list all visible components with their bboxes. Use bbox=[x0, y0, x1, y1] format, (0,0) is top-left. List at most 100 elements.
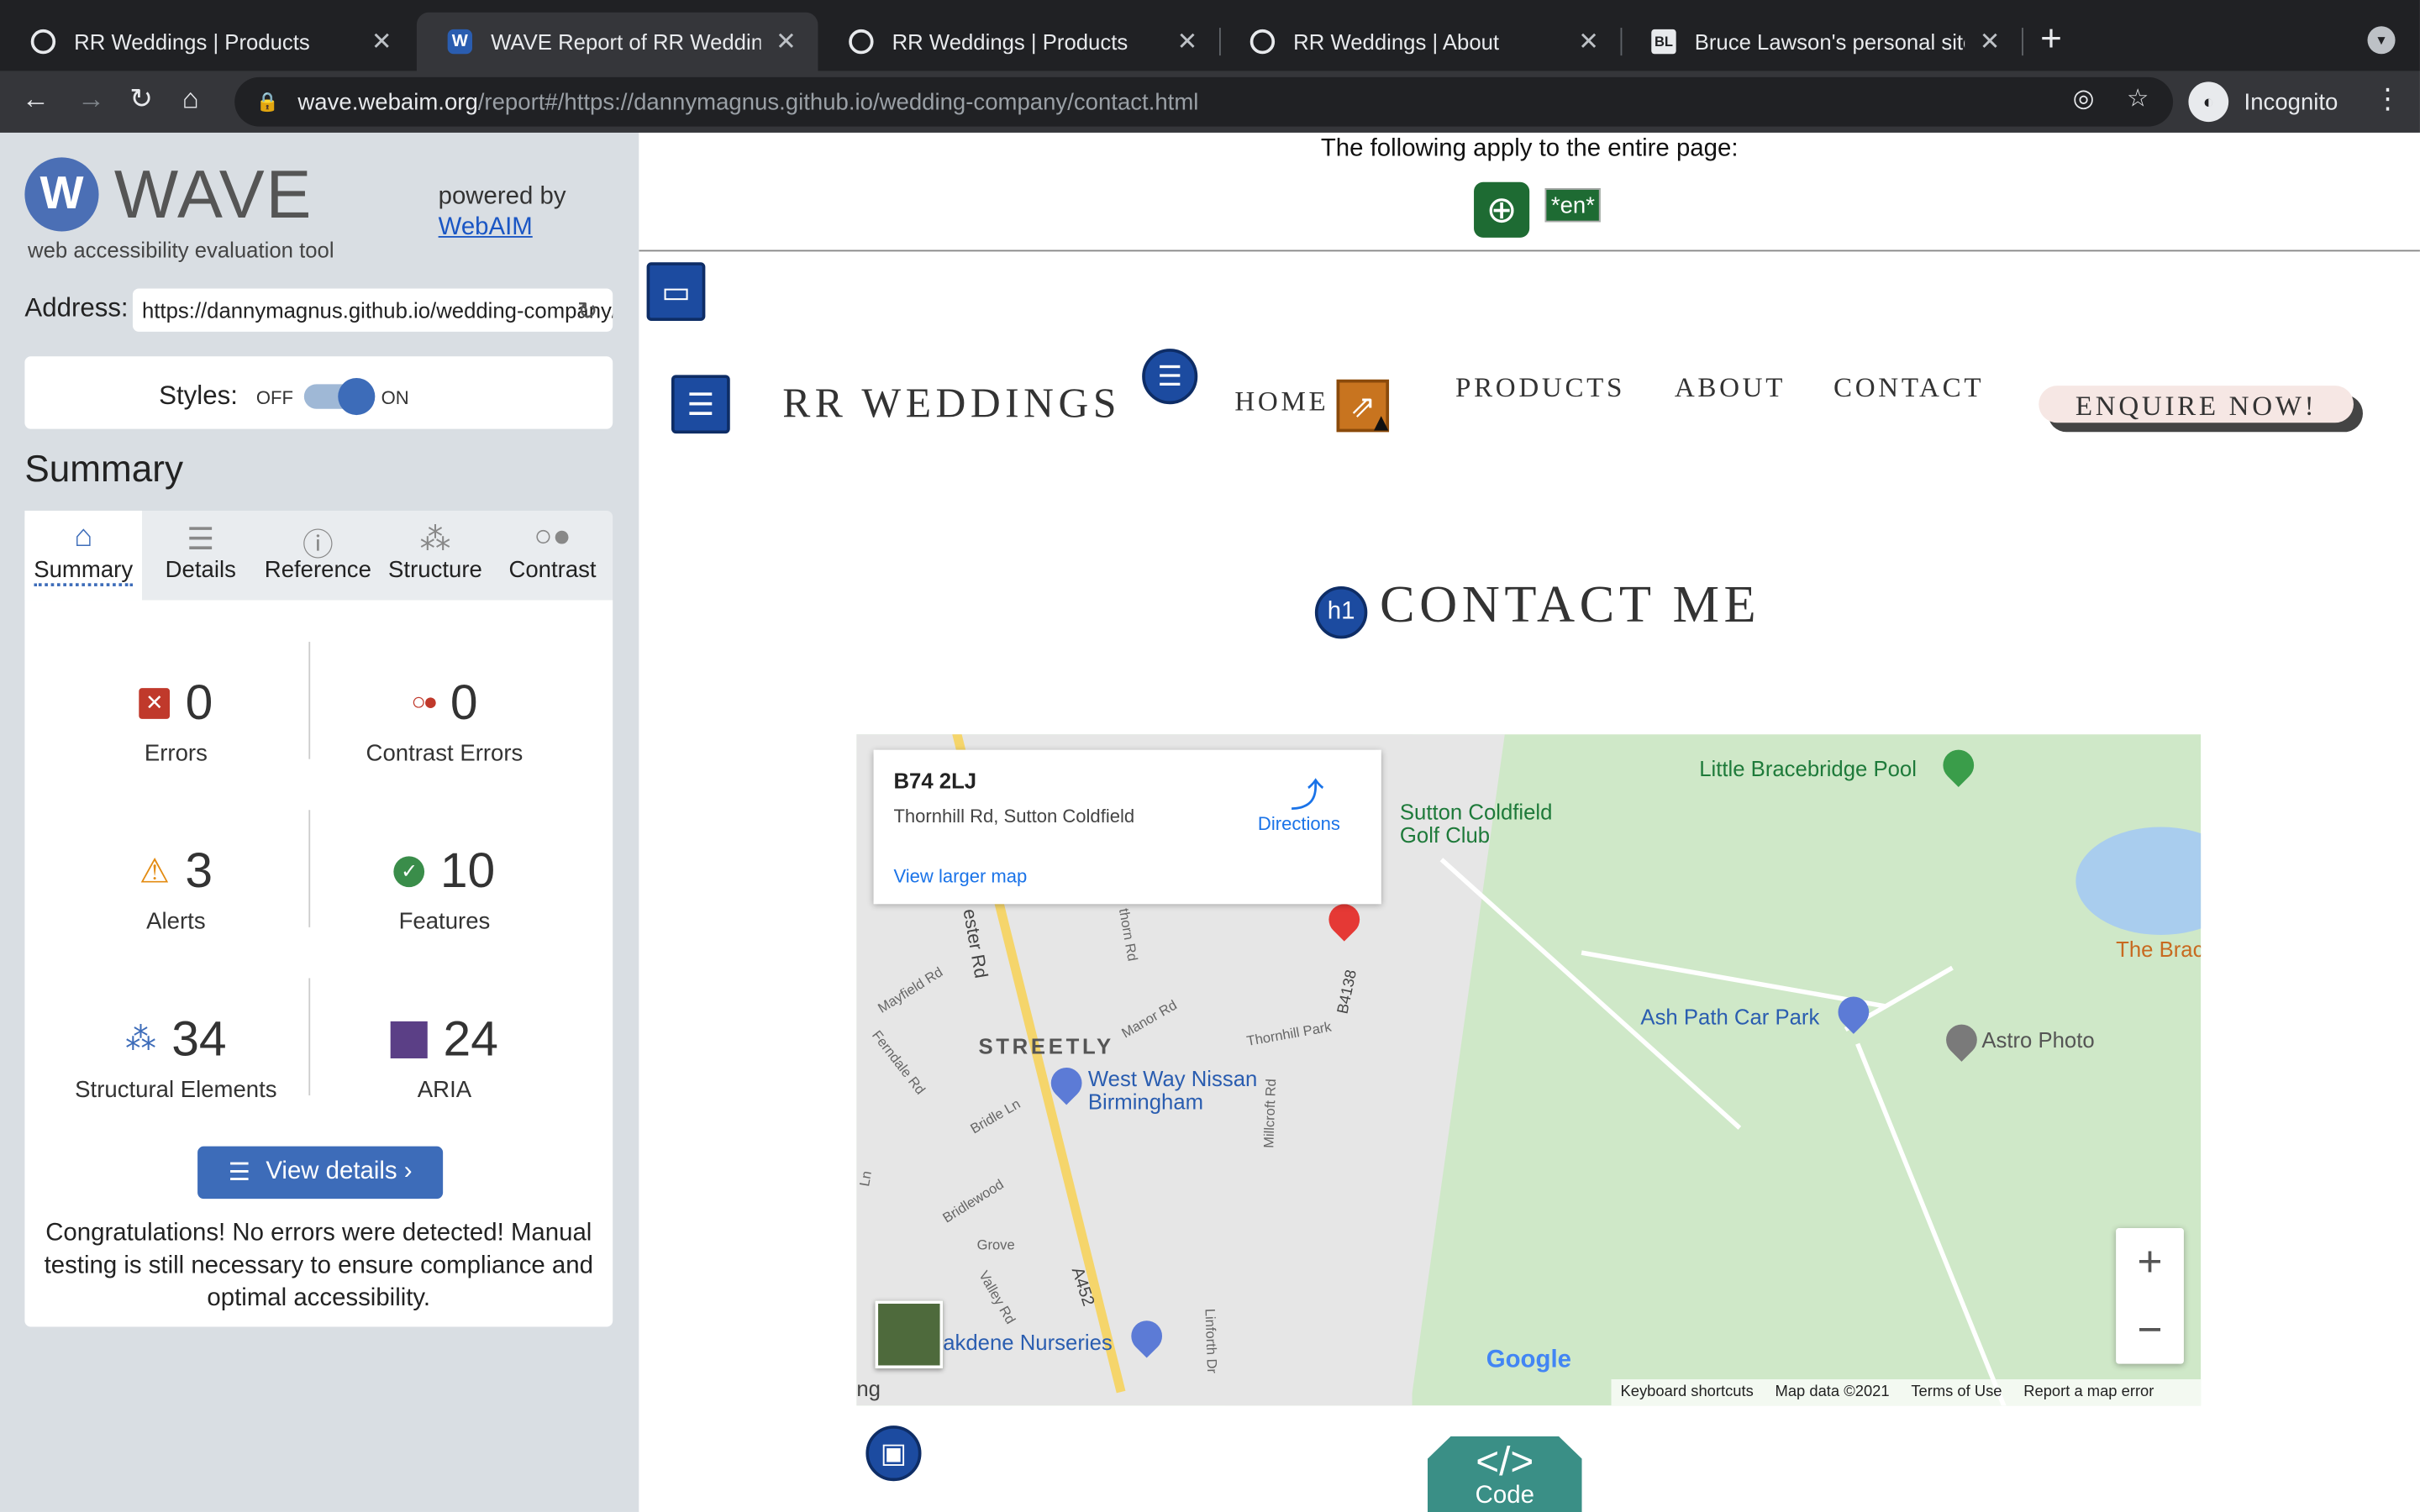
wave-tabs: ⌂ Summary ☰ Details ⓘ Reference ⁂ Struct… bbox=[24, 510, 613, 601]
styles-toggle-box: Styles: OFF ON bbox=[24, 356, 613, 429]
satellite-toggle[interactable] bbox=[875, 1300, 944, 1369]
brand-logo-text[interactable]: RR WEDDINGS bbox=[782, 380, 1121, 428]
globe-icon bbox=[1249, 29, 1276, 55]
view-larger-map-link[interactable]: View larger map bbox=[893, 865, 1027, 887]
language-badge[interactable]: *en* bbox=[1544, 188, 1602, 223]
google-logo: Google bbox=[1486, 1347, 1571, 1373]
tab-contrast[interactable]: ○● Contrast bbox=[494, 511, 612, 601]
zoom-out-button[interactable]: − bbox=[2116, 1296, 2184, 1364]
map-label: Ash Path Car Park bbox=[1640, 1004, 1820, 1030]
forward-icon[interactable]: → bbox=[77, 83, 105, 116]
refresh-icon[interactable]: ↻ bbox=[577, 297, 598, 328]
header-region-icon[interactable]: ▭ bbox=[646, 262, 706, 322]
navigation-region-icon[interactable]: ☰ bbox=[671, 375, 730, 434]
info-address: Thornhill Rd, Sutton Coldfield bbox=[893, 805, 1135, 827]
nav-about[interactable]: ABOUT bbox=[1675, 372, 1786, 405]
close-icon[interactable]: ✕ bbox=[1177, 26, 1198, 57]
stat-label: Contrast Errors bbox=[366, 740, 523, 767]
info-icon: ⓘ bbox=[302, 528, 334, 564]
webaim-link[interactable]: WebAIM bbox=[439, 213, 566, 244]
h1-icon[interactable]: h1 bbox=[1314, 585, 1368, 639]
aria-icon bbox=[391, 1020, 429, 1058]
error-icon: ✕ bbox=[139, 687, 171, 718]
close-icon[interactable]: ✕ bbox=[1980, 26, 2001, 57]
url-host: wave.webaim.org bbox=[297, 88, 478, 115]
map-label: Astro Photo bbox=[1981, 1027, 2095, 1053]
view-details-button[interactable]: ☰ View details › bbox=[197, 1146, 444, 1200]
terms-link[interactable]: Terms of Use bbox=[1911, 1384, 2002, 1401]
zoom-controls: + − bbox=[2116, 1228, 2184, 1364]
view-details-label: View details › bbox=[266, 1158, 413, 1185]
structure-icon: ⁂ bbox=[125, 1022, 156, 1058]
map-label: Golf Club bbox=[1399, 822, 1491, 848]
nav-products[interactable]: PRODUCTS bbox=[1455, 372, 1625, 405]
code-label: Code bbox=[1475, 1483, 1534, 1509]
code-button[interactable]: </> Code bbox=[1427, 1436, 1582, 1512]
stat-structural[interactable]: ⁂ 34 Structural Elements bbox=[37, 1011, 315, 1103]
info-title: B74 2LJ bbox=[893, 768, 977, 794]
zoom-in-button[interactable]: + bbox=[2116, 1228, 2184, 1296]
map-pin-icon[interactable] bbox=[1939, 1017, 1984, 1062]
kebab-menu-icon[interactable]: ⋮ bbox=[2374, 83, 2402, 116]
styles-toggle[interactable] bbox=[303, 377, 376, 416]
map-label: Ln bbox=[856, 1169, 875, 1188]
tab-structure[interactable]: ⁂ Structure bbox=[376, 511, 494, 601]
tab-details[interactable]: ☰ Details bbox=[142, 511, 260, 601]
browser-tab[interactable]: RR Weddings | Products ✕ bbox=[0, 13, 413, 71]
page-preview: The following apply to the entire page: … bbox=[639, 132, 2420, 1512]
address-bar[interactable]: 🔒 wave.webaim.org/report#/https://dannym… bbox=[234, 76, 2174, 127]
language-globe-icon[interactable]: ⊕ bbox=[1474, 181, 1530, 238]
browser-tab-active[interactable]: W WAVE Report of RR Weddings | ✕ bbox=[416, 12, 818, 71]
stat-errors[interactable]: ✕ 0 Errors bbox=[37, 675, 315, 767]
keyboard-shortcuts-link[interactable]: Keyboard shortcuts bbox=[1621, 1384, 1754, 1401]
list-structure-icon[interactable]: ☰ bbox=[1142, 349, 1198, 405]
directions-link[interactable]: Directions bbox=[1258, 813, 1340, 835]
wave-title: WAVE bbox=[113, 157, 313, 234]
browser-tab[interactable]: RR Weddings | Products ✕ bbox=[818, 13, 1219, 71]
tab-summary[interactable]: ⌂ Summary bbox=[24, 510, 142, 601]
map-pin-icon[interactable] bbox=[1936, 743, 1981, 787]
stat-features[interactable]: ✓ 10 Features bbox=[306, 843, 584, 935]
report-error-link[interactable]: Report a map error bbox=[2023, 1384, 2154, 1401]
close-icon[interactable]: ✕ bbox=[776, 26, 797, 57]
map-label: akdene Nurseries bbox=[943, 1330, 1113, 1355]
close-icon[interactable]: ✕ bbox=[371, 26, 392, 57]
styles-label: Styles: bbox=[159, 381, 238, 411]
tab-label: Reference bbox=[264, 557, 371, 584]
stat-contrast-errors[interactable]: ○● 0 Contrast Errors bbox=[306, 675, 584, 767]
home-icon: ⌂ bbox=[74, 519, 93, 554]
new-tab-icon[interactable]: + bbox=[2040, 18, 2062, 61]
browser-tab[interactable]: BL Bruce Lawson's personal site ✕ bbox=[1621, 13, 2023, 71]
address-input[interactable]: https://dannymagnus.github.io/wedding-co… bbox=[132, 288, 613, 332]
eye-off-icon[interactable]: ◎ bbox=[2073, 83, 2095, 114]
google-map[interactable]: Little Bracebridge Pool Sutton Coldfield… bbox=[856, 734, 2202, 1406]
code-icon: </> bbox=[1476, 1437, 1534, 1484]
enquire-now-button[interactable]: ENQUIRE NOW! bbox=[2039, 386, 2354, 423]
tab-title: Bruce Lawson's personal site bbox=[1694, 29, 1965, 55]
wave-subtitle: web accessibility evaluation tool bbox=[28, 237, 334, 263]
browser-tab[interactable]: RR Weddings | About ✕ bbox=[1219, 13, 1621, 71]
map-path bbox=[1581, 950, 1886, 1009]
close-icon[interactable]: ✕ bbox=[1578, 26, 1599, 57]
styles-on-label: ON bbox=[381, 387, 409, 409]
map-path bbox=[1439, 858, 1742, 1130]
stat-aria[interactable]: 24 ARIA bbox=[306, 1011, 584, 1103]
tab-search-icon[interactable]: ▾ bbox=[2367, 26, 2396, 55]
tab-reference[interactable]: ⓘ Reference bbox=[260, 511, 377, 601]
url-path: /report#/https://dannymagnus.github.io/w… bbox=[477, 88, 1199, 115]
toggle-knob bbox=[338, 377, 376, 416]
profile-button[interactable]: ◐ Incognito bbox=[2188, 81, 2338, 123]
nav-contact[interactable]: CONTACT bbox=[1833, 372, 1984, 405]
nav-home[interactable]: HOME bbox=[1234, 386, 1328, 418]
summary-panel: ✕ 0 Errors ○● 0 Contrast Errors ⚠ 3 Alerts … bbox=[24, 600, 613, 1327]
back-icon[interactable]: ← bbox=[22, 83, 50, 116]
reload-icon[interactable]: ↻ bbox=[129, 83, 153, 116]
tab-separator bbox=[2022, 28, 2023, 56]
iframe-icon[interactable]: ▣ bbox=[865, 1425, 922, 1482]
home-icon[interactable]: ⌂ bbox=[182, 83, 199, 116]
browser-toolbar: ← → ↻ ⌂ 🔒 wave.webaim.org/report#/https:… bbox=[0, 71, 2420, 133]
star-icon[interactable]: ☆ bbox=[2127, 83, 2149, 114]
directions-icon[interactable]: ⤴ bbox=[1290, 769, 1323, 818]
stat-alerts[interactable]: ⚠ 3 Alerts bbox=[37, 843, 315, 935]
page-title: CONTACT ME bbox=[1380, 576, 1761, 634]
